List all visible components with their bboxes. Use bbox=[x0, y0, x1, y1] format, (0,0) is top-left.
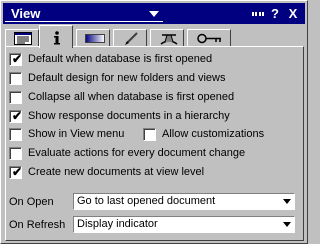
hat-icon bbox=[160, 34, 178, 45]
list-icon bbox=[14, 32, 32, 45]
info-icon bbox=[54, 31, 60, 45]
check-mark-icon: ✔ bbox=[12, 165, 23, 179]
on-refresh-select[interactable]: Display indicator bbox=[73, 216, 295, 233]
on-refresh-value: Display indicator bbox=[77, 218, 158, 230]
option-label: Show in View menu bbox=[28, 128, 125, 140]
tab-security[interactable] bbox=[187, 29, 231, 47]
tab-font[interactable] bbox=[113, 29, 147, 47]
option-label: Default design for new folders and views bbox=[28, 72, 226, 84]
chevron-down-icon bbox=[149, 11, 159, 17]
properties-type-dropdown[interactable]: View bbox=[5, 5, 163, 22]
option-label: Collapse all when database is first open… bbox=[28, 91, 235, 103]
chevron-down-icon bbox=[283, 199, 291, 204]
option-label: Show response documents in a hierarchy bbox=[28, 110, 230, 122]
checkbox[interactable] bbox=[143, 128, 156, 141]
tab-basics[interactable] bbox=[5, 29, 39, 47]
option-label: Allow customizations bbox=[162, 128, 265, 140]
checkbox[interactable] bbox=[9, 147, 22, 160]
option-label: Create new documents at view level bbox=[28, 166, 205, 178]
gradient-bar-icon bbox=[85, 34, 105, 43]
check-mark-icon: ✔ bbox=[12, 52, 23, 66]
check-mark-icon: ✔ bbox=[12, 109, 23, 123]
help-button[interactable]: ? bbox=[268, 5, 282, 22]
menu-dots-icon[interactable] bbox=[250, 5, 266, 22]
checkbox[interactable]: ✔ bbox=[9, 52, 23, 66]
checkbox[interactable]: ✔ bbox=[9, 165, 23, 179]
option-label: Default when database is first opened bbox=[28, 53, 213, 65]
checkbox[interactable] bbox=[9, 128, 22, 141]
key-icon bbox=[197, 33, 221, 44]
on-refresh-label: On Refresh bbox=[9, 219, 66, 231]
title-bar: View ? X bbox=[3, 3, 305, 24]
option-label: Evaluate actions for every document chan… bbox=[28, 147, 246, 159]
checkbox[interactable] bbox=[9, 91, 22, 104]
checkbox[interactable] bbox=[9, 72, 22, 85]
tab-advanced[interactable] bbox=[150, 29, 184, 47]
on-open-value: Go to last opened document bbox=[77, 195, 216, 207]
view-properties-window: View ? X ✔ Default when database is firs… bbox=[0, 0, 308, 244]
brush-icon bbox=[125, 32, 138, 45]
tab-style[interactable] bbox=[76, 29, 110, 47]
on-open-label: On Open bbox=[9, 196, 54, 208]
on-open-select[interactable]: Go to last opened document bbox=[73, 193, 295, 210]
title-text: View bbox=[11, 6, 41, 21]
tab-strip bbox=[5, 25, 261, 48]
tab-info[interactable] bbox=[39, 25, 73, 48]
checkbox[interactable]: ✔ bbox=[9, 109, 23, 123]
chevron-down-icon bbox=[283, 222, 291, 227]
close-button[interactable]: X bbox=[286, 5, 300, 22]
